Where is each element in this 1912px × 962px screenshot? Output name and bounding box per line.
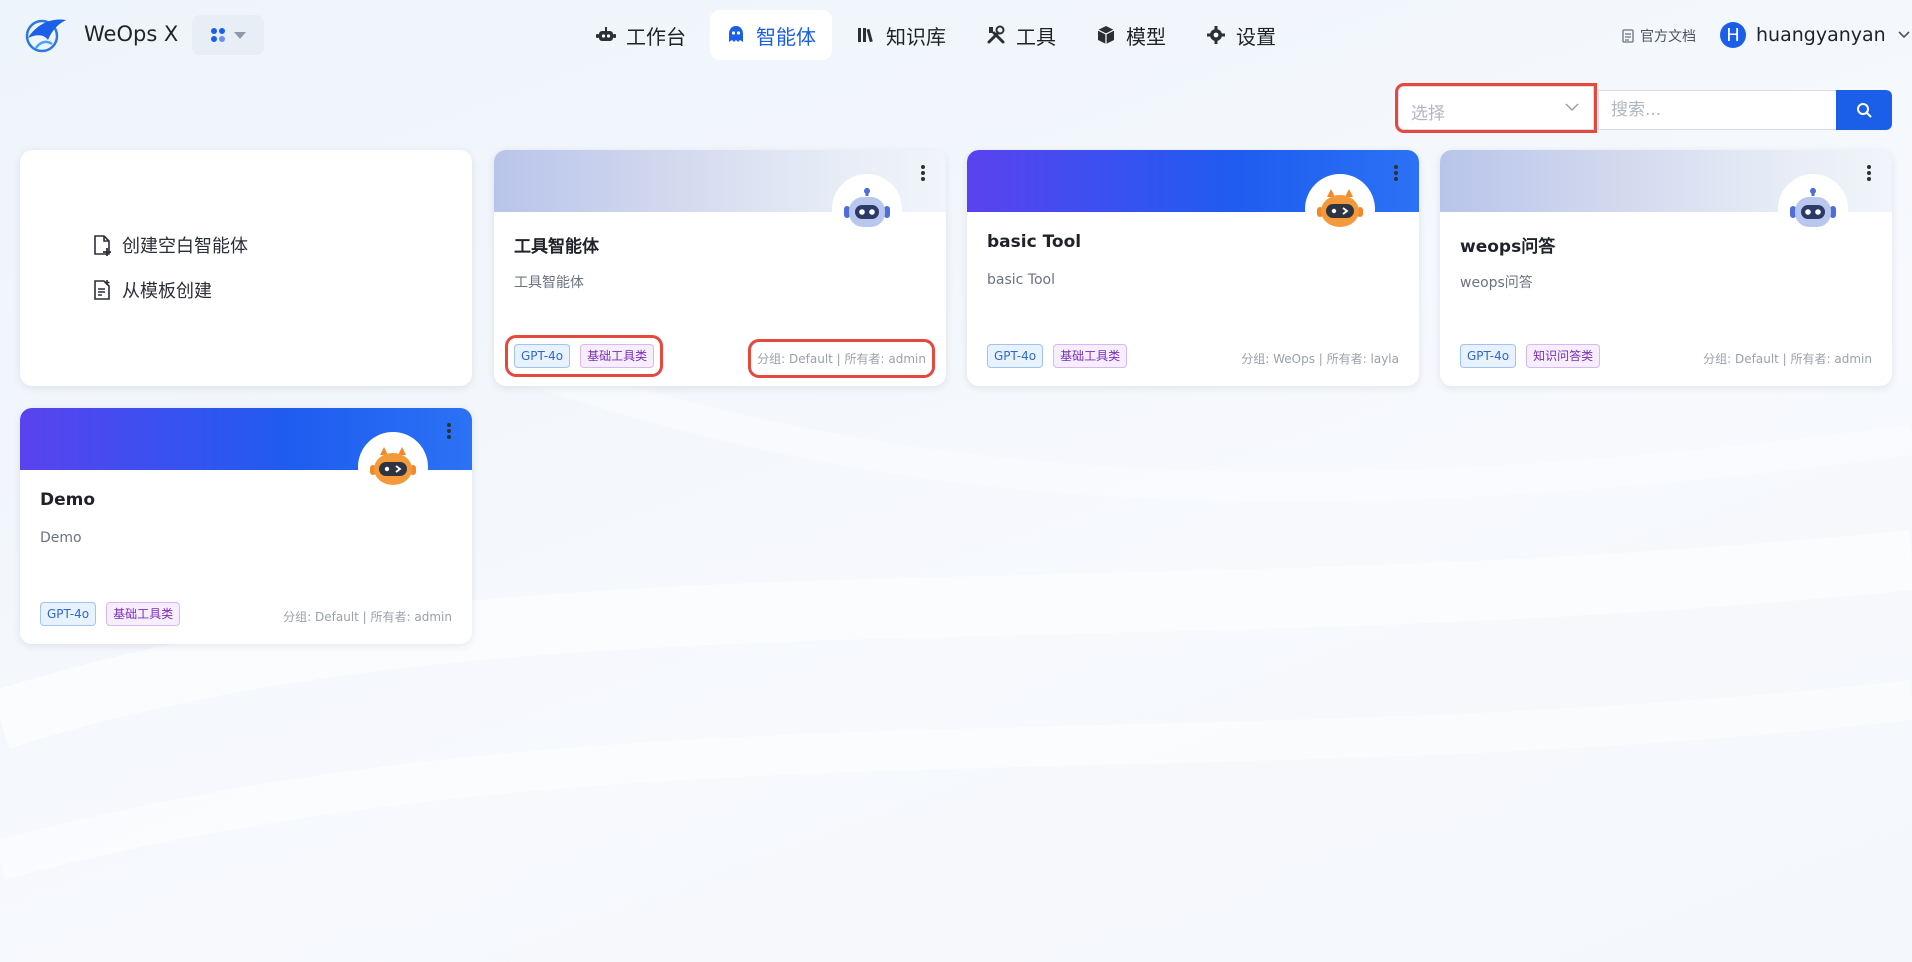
agent-description: weops问答 — [1460, 275, 1533, 291]
model-tag: GPT-4o — [40, 602, 97, 626]
create-template-label: 从模板创建 — [122, 281, 212, 302]
new-file-icon — [94, 235, 111, 256]
gear-icon — [1207, 26, 1225, 44]
search-input[interactable] — [1598, 90, 1836, 130]
nav-label: 工具 — [1016, 24, 1056, 49]
agent-tags: GPT-4o 知识问答类 — [1460, 344, 1610, 368]
nav-agents[interactable]: 智能体 — [710, 10, 832, 60]
agent-meta: 分组: WeOps | 所有者: layla — [1241, 352, 1399, 366]
nav-settings[interactable]: 设置 — [1190, 10, 1292, 60]
create-blank-agent-button[interactable]: 创建空白智能体 — [90, 232, 248, 258]
agent-card[interactable]: basic Tool basic Tool GPT-4o 基础工具类 分组: W… — [967, 150, 1419, 386]
nav-label: 模型 — [1126, 24, 1166, 49]
chevron-down-icon — [1565, 103, 1579, 112]
create-from-template-button[interactable]: 从模板创建 — [90, 277, 212, 303]
nav-tools[interactable]: 工具 — [970, 10, 1072, 60]
agent-description: 工具智能体 — [514, 275, 584, 291]
user-name: huangyanyan — [1756, 24, 1886, 46]
agent-card[interactable]: weops问答 weops问答 GPT-4o 知识问答类 分组: Default… — [1440, 150, 1892, 386]
app-switcher-button[interactable] — [192, 15, 264, 55]
group-select[interactable]: 选择 — [1395, 83, 1597, 133]
nav-label: 工作台 — [626, 24, 686, 49]
user-menu[interactable]: H huangyanyan — [1720, 22, 1910, 48]
docs-label: 官方文档 — [1640, 29, 1696, 45]
category-tag: 基础工具类 — [106, 602, 181, 626]
robot-blue-icon — [844, 188, 890, 227]
category-tag: 基础工具类 — [580, 344, 655, 368]
nav-label: 设置 — [1236, 24, 1276, 49]
robot-blue-icon — [1790, 188, 1836, 227]
apps-grid-icon — [211, 28, 225, 42]
top-header: WeOps X 工作台 智能体 知识库 工具 模型 设置 官方文档 H huan… — [0, 0, 1912, 72]
agent-avatar — [832, 174, 902, 244]
agent-meta: 分组: Default | 所有者: admin — [748, 339, 935, 378]
chevron-down-icon — [1898, 31, 1910, 39]
document-icon — [1622, 29, 1634, 43]
robot-orange-icon — [370, 447, 416, 485]
category-tag: 知识问答类 — [1526, 344, 1601, 368]
tools-icon — [987, 25, 1005, 44]
nav-workbench[interactable]: 工作台 — [580, 10, 702, 60]
nav-label: 智能体 — [756, 24, 816, 49]
agent-meta: 分组: Default | 所有者: admin — [283, 610, 452, 624]
more-vertical-icon[interactable] — [920, 164, 926, 182]
model-tag: GPT-4o — [514, 344, 571, 368]
weops-logo-icon — [25, 19, 66, 53]
template-file-icon — [94, 280, 110, 300]
create-blank-label: 创建空白智能体 — [122, 236, 248, 257]
bot-head-icon — [729, 26, 743, 42]
cube-icon — [1097, 26, 1115, 44]
agent-meta: 分组: Default | 所有者: admin — [1703, 352, 1872, 366]
agent-tags: GPT-4o 基础工具类 — [987, 344, 1137, 368]
model-tag: GPT-4o — [1460, 344, 1517, 368]
nav-label: 知识库 — [886, 24, 946, 49]
more-vertical-icon[interactable] — [1866, 164, 1872, 182]
robot-icon — [596, 27, 616, 41]
more-vertical-icon[interactable] — [446, 422, 452, 440]
category-tag: 基础工具类 — [1053, 344, 1128, 368]
search-icon — [1857, 103, 1872, 118]
select-placeholder: 选择 — [1411, 104, 1445, 124]
agent-description: basic Tool — [987, 272, 1055, 288]
agent-card[interactable]: 工具智能体 工具智能体 GPT-4o 基础工具类 分组: Default | 所… — [494, 150, 946, 386]
user-avatar: H — [1720, 22, 1746, 48]
agent-avatar — [1305, 174, 1375, 244]
search-button[interactable] — [1836, 90, 1892, 130]
agent-title: Demo — [40, 490, 96, 510]
agent-title: 工具智能体 — [514, 237, 599, 257]
agent-card[interactable]: Demo Demo GPT-4o 基础工具类 分组: Default | 所有者… — [20, 408, 472, 644]
books-icon — [858, 28, 873, 43]
official-docs-link[interactable]: 官方文档 — [1622, 26, 1696, 46]
agent-avatar — [1778, 174, 1848, 244]
nav-models[interactable]: 模型 — [1080, 10, 1182, 60]
agent-tags: GPT-4o 基础工具类 — [504, 335, 664, 377]
main-nav: 工作台 智能体 知识库 工具 模型 设置 — [580, 10, 1300, 60]
model-tag: GPT-4o — [987, 344, 1044, 368]
robot-orange-icon — [1317, 189, 1363, 227]
create-agent-card: 创建空白智能体 从模板创建 — [20, 150, 472, 386]
nav-knowledge[interactable]: 知识库 — [840, 10, 962, 60]
brand-name: WeOps X — [84, 22, 179, 46]
caret-down-icon — [234, 32, 246, 39]
agent-title: basic Tool — [987, 232, 1082, 252]
agent-avatar — [358, 432, 428, 502]
agent-tags: GPT-4o 基础工具类 — [40, 602, 190, 626]
agent-title: weops问答 — [1460, 237, 1556, 257]
agent-description: Demo — [40, 530, 82, 546]
more-vertical-icon[interactable] — [1393, 164, 1399, 182]
